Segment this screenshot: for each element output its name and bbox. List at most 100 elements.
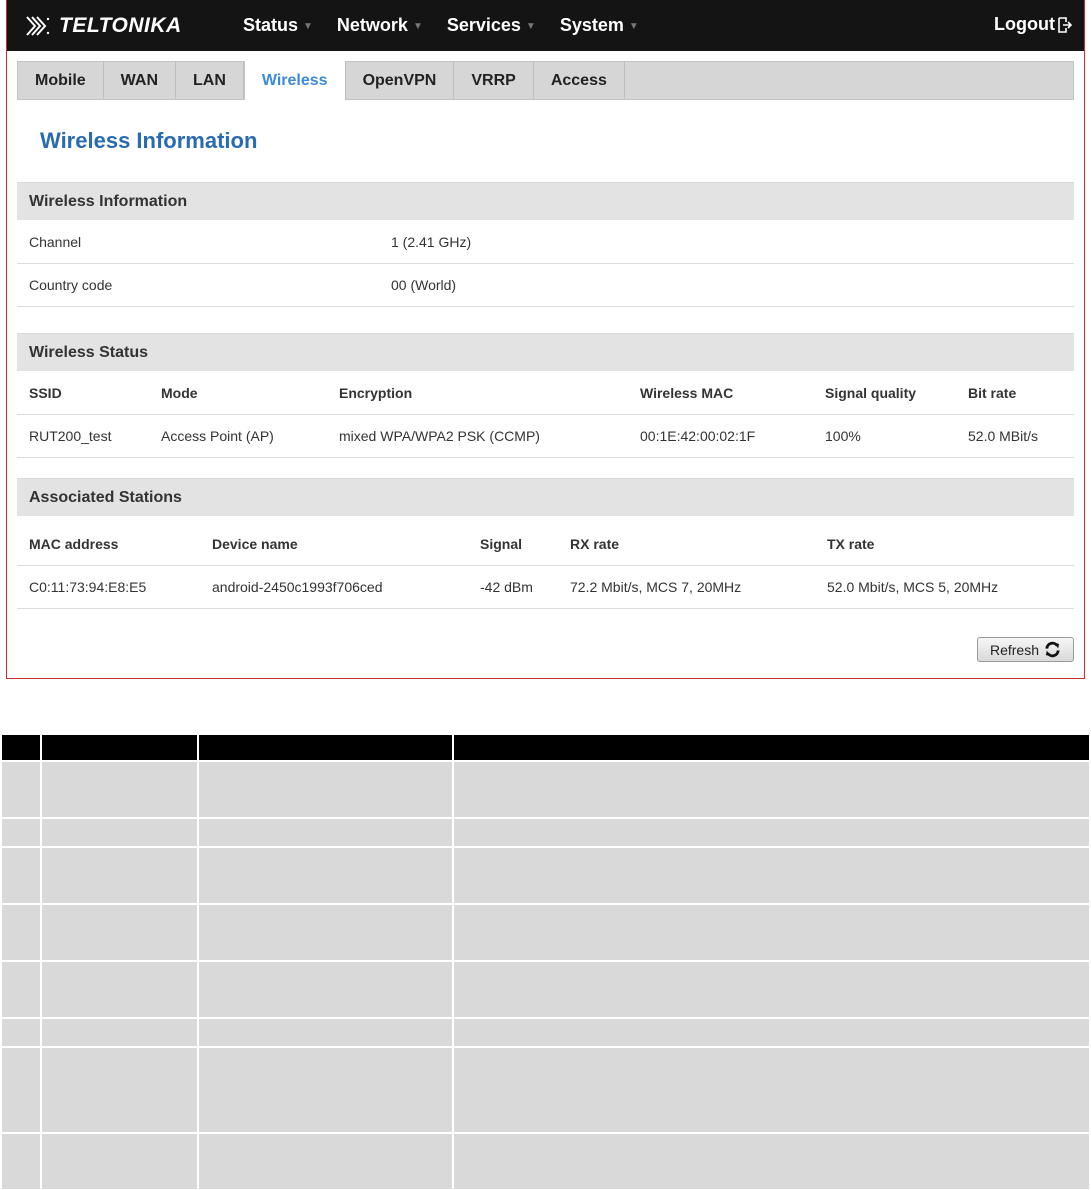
- doc-cell: [452, 1132, 1091, 1190]
- tab-mobile[interactable]: Mobile: [18, 62, 104, 99]
- doc-cell: [197, 1132, 454, 1190]
- table-row: [0, 1132, 1091, 1190]
- doc-cell: [40, 760, 199, 819]
- table-row: [0, 960, 1091, 1019]
- logout-button[interactable]: Logout: [994, 14, 1072, 35]
- doc-cell: [452, 1017, 1091, 1048]
- doc-cell: [197, 760, 454, 819]
- col-bit-rate: Bit rate: [968, 385, 1017, 401]
- doc-cell: [0, 846, 42, 905]
- channel-value: 1 (2.41 GHz): [391, 234, 472, 250]
- doc-cell: [197, 1017, 454, 1048]
- doc-table-header: [0, 733, 1091, 762]
- doc-cell: [0, 903, 42, 962]
- menu-services[interactable]: Services ▼: [447, 15, 536, 36]
- mac-address-value: C0:11:73:94:E8:E5: [29, 579, 147, 595]
- wireless-status-heading: Wireless Status: [17, 333, 1074, 371]
- menu-system[interactable]: System ▼: [560, 15, 639, 36]
- table-row: [0, 1017, 1091, 1048]
- col-rx-rate: RX rate: [570, 536, 620, 552]
- table-row: [0, 760, 1091, 819]
- signal-quality-value: 100%: [825, 428, 861, 444]
- country-code-row: Country code 00 (World): [17, 264, 1074, 307]
- doc-header-cell: [452, 733, 1091, 762]
- router-ui-frame: TELTONIKA Status ▼ Network ▼ Services ▼ …: [6, 0, 1085, 679]
- mode-value: Access Point (AP): [161, 428, 274, 444]
- bit-rate-value: 52.0 MBit/s: [968, 428, 1039, 444]
- doc-cell: [40, 903, 199, 962]
- associated-stations-heading: Associated Stations: [17, 478, 1074, 516]
- logout-icon: [1058, 16, 1072, 33]
- menu-network[interactable]: Network ▼: [337, 15, 423, 36]
- doc-cell: [452, 960, 1091, 1019]
- refresh-icon: [1045, 641, 1060, 658]
- logout-label: Logout: [994, 14, 1055, 34]
- doc-cell: [452, 760, 1091, 819]
- tab-vrrp[interactable]: VRRP: [454, 62, 534, 99]
- teltonika-logo: TELTONIKA: [25, 14, 225, 38]
- doc-header-cell: [40, 733, 199, 762]
- doc-cell: [40, 1132, 199, 1190]
- stations-header-row: MAC address Device name Signal RX rate T…: [17, 523, 1074, 566]
- encryption-value: mixed WPA/WPA2 PSK (CCMP): [339, 428, 540, 444]
- col-signal: Signal: [480, 536, 523, 552]
- doc-cell: [0, 1017, 42, 1048]
- tab-openvpn[interactable]: OpenVPN: [346, 62, 455, 99]
- menu-status-label: Status: [243, 15, 299, 35]
- doc-header-cell: [197, 733, 454, 762]
- tab-wan[interactable]: WAN: [104, 62, 176, 99]
- signal-value: -42 dBm: [480, 579, 533, 595]
- col-ssid: SSID: [29, 385, 62, 401]
- wireless-info-heading: Wireless Information: [17, 182, 1074, 220]
- doc-cell: [452, 846, 1091, 905]
- tab-wireless[interactable]: Wireless: [243, 61, 346, 100]
- doc-cell: [197, 846, 454, 905]
- refresh-button[interactable]: Refresh: [977, 637, 1074, 662]
- tab-lan[interactable]: LAN: [176, 62, 244, 99]
- doc-cell: [0, 960, 42, 1019]
- doc-cell: [197, 903, 454, 962]
- table-row: [0, 903, 1091, 962]
- doc-cell: [197, 960, 454, 1019]
- caret-down-icon: ▼: [525, 21, 536, 32]
- col-mode: Mode: [161, 385, 198, 401]
- col-tx-rate: TX rate: [827, 536, 875, 552]
- doc-header-cell: [0, 733, 42, 762]
- wireless-status-header-row: SSID Mode Encryption Wireless MAC Signal…: [17, 372, 1074, 415]
- tx-rate-value: 52.0 Mbit/s, MCS 5, 20MHz: [827, 579, 999, 595]
- menu-services-label: Services: [446, 15, 521, 35]
- doc-cell: [0, 817, 42, 848]
- doc-cell: [40, 846, 199, 905]
- doc-cell: [0, 760, 42, 819]
- doc-cell: [197, 817, 454, 848]
- channel-label: Channel: [29, 234, 82, 250]
- table-row: C0:11:73:94:E8:E5 android-2450c1993f706c…: [17, 566, 1074, 609]
- channel-row: Channel 1 (2.41 GHz): [17, 221, 1074, 264]
- caret-down-icon: ▼: [628, 21, 639, 32]
- teltonika-logo-icon: [26, 15, 50, 36]
- col-signal-quality: Signal quality: [825, 385, 917, 401]
- ssid-value: RUT200_test: [29, 428, 112, 444]
- doc-cell: [0, 1046, 42, 1134]
- col-wireless-mac: Wireless MAC: [640, 385, 734, 401]
- doc-cell: [40, 817, 199, 848]
- country-code-label: Country code: [29, 277, 113, 293]
- menu-network-label: Network: [336, 15, 408, 35]
- rx-rate-value: 72.2 Mbit/s, MCS 7, 20MHz: [570, 579, 742, 595]
- doc-cell: [452, 903, 1091, 962]
- doc-cell: [40, 960, 199, 1019]
- doc-cell: [452, 1046, 1091, 1134]
- network-subtabs: Mobile WAN LAN Wireless OpenVPN VRRP Acc…: [17, 61, 1074, 100]
- col-device-name: Device name: [212, 536, 298, 552]
- device-name-value: android-2450c1993f706ced: [212, 579, 383, 595]
- doc-cell: [40, 1046, 199, 1134]
- wireless-mac-value: 00:1E:42:00:02:1F: [640, 428, 756, 444]
- main-menu: Status ▼ Network ▼ Services ▼ System ▼: [243, 0, 663, 51]
- col-mac-address: MAC address: [29, 536, 119, 552]
- top-navbar: TELTONIKA Status ▼ Network ▼ Services ▼ …: [7, 0, 1084, 51]
- menu-status[interactable]: Status ▼: [243, 15, 313, 36]
- table-row: [0, 817, 1091, 848]
- doc-cell: [197, 1046, 454, 1134]
- doc-cell: [452, 817, 1091, 848]
- tab-access[interactable]: Access: [534, 62, 625, 99]
